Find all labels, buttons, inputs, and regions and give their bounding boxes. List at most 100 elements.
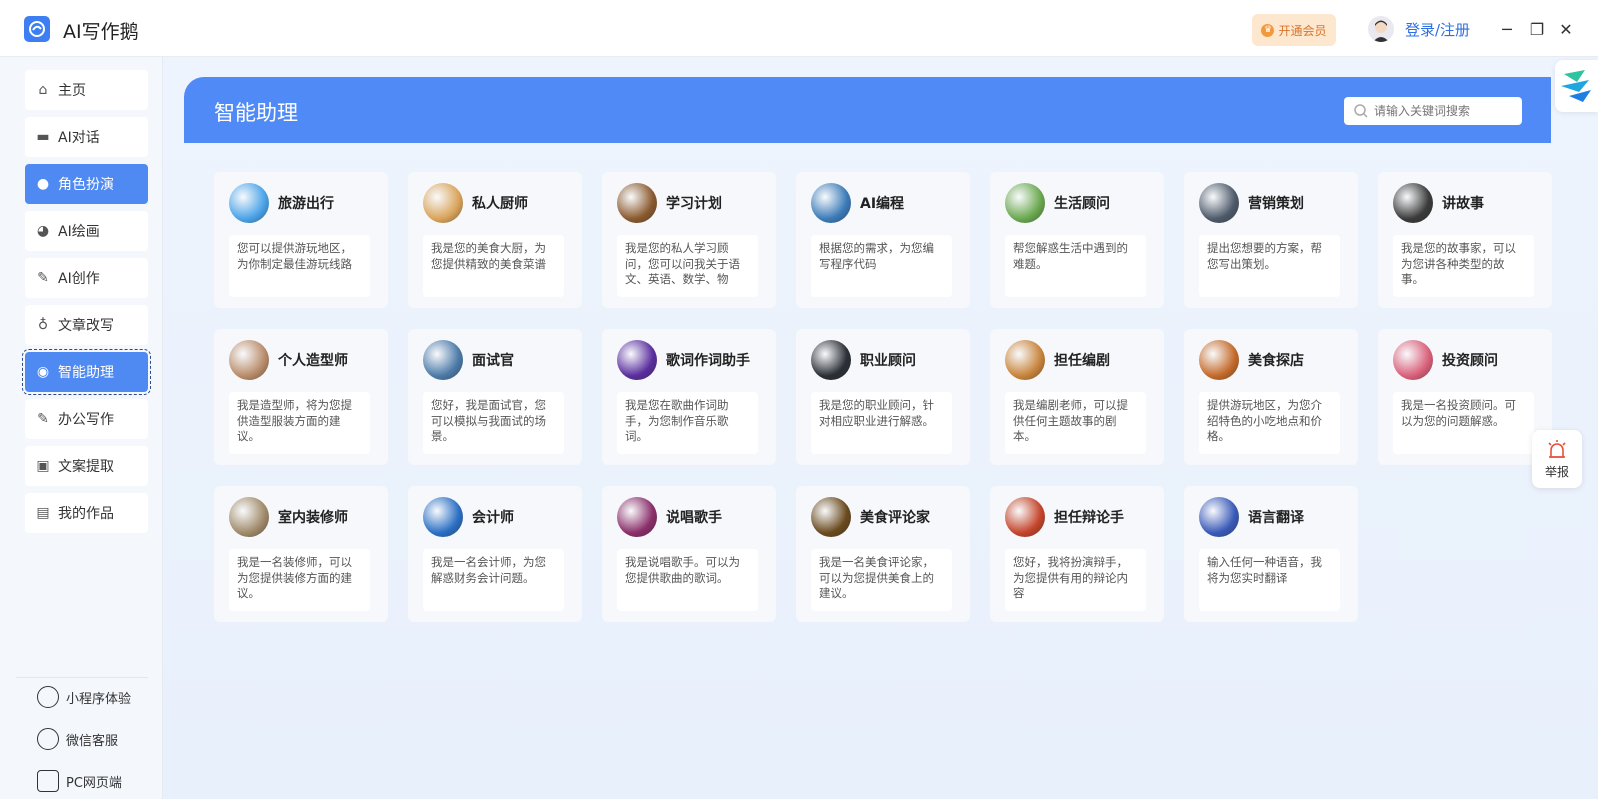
assistant-card[interactable]: 学习计划 我是您的私人学习顾问，您可以问我关于语文、英语、数学、物 <box>602 172 776 308</box>
card-description: 我是您的故事家，可以为您讲各种类型的故事。 <box>1393 235 1534 297</box>
card-description: 我是您在歌曲作词助手，为您制作音乐歌词。 <box>617 392 758 454</box>
home-icon: ⌂ <box>38 82 48 98</box>
report-label: 举报 <box>1544 464 1569 479</box>
sidebar-item-3[interactable]: ◕ AI绘画 <box>25 211 148 251</box>
sidebar-item-label: AI对话 <box>58 130 100 146</box>
card-avatar <box>617 183 657 223</box>
main-content: 智能助理 旅游出行您可以提供游玩地区，为你制定最佳游玩线路私人厨师我是您的美食大… <box>163 57 1598 799</box>
search-box[interactable] <box>1344 97 1522 125</box>
sidebar-item-2[interactable]: ● 角色扮演 <box>25 164 148 204</box>
card-avatar <box>423 497 463 537</box>
card-avatar <box>811 340 851 380</box>
card-avatar <box>1005 497 1045 537</box>
palette-icon: ◕ <box>36 223 50 239</box>
sidebar-divider <box>16 677 148 678</box>
sidebar-item-9[interactable]: ▤ 我的作品 <box>25 493 148 533</box>
sidebar-item-label: AI创作 <box>58 271 100 287</box>
header-banner: 智能助理 <box>184 77 1551 143</box>
card-title: 语言翻译 <box>1248 510 1304 526</box>
card-description: 我是造型师，将为您提供造型服装方面的建议。 <box>229 392 370 454</box>
card-avatar <box>1393 340 1433 380</box>
card-title: AI编程 <box>860 196 905 212</box>
report-button[interactable]: 举报 <box>1532 430 1582 488</box>
floating-tool-button[interactable] <box>1555 60 1598 112</box>
assistant-card[interactable]: 私人厨师 我是您的美食大厨，为您提供精致的美食菜谱 <box>408 172 582 308</box>
card-avatar <box>1199 497 1239 537</box>
assistant-card[interactable]: 个人造型师 我是造型师，将为您提供造型服装方面的建议。 <box>214 329 388 465</box>
sidebar-bottom-item-0[interactable]: 小程序体验 <box>37 686 131 708</box>
assistant-card[interactable]: 美食评论家 我是一名美食评论家，可以为您提供美食上的建议。 <box>796 486 970 622</box>
assistant-card[interactable]: 讲故事我是您的故事家，可以为您讲各种类型的故事。 <box>1378 172 1552 308</box>
assistant-card[interactable]: 生活顾问 帮您解惑生活中遇到的难题。 <box>990 172 1164 308</box>
card-title: 说唱歌手 <box>666 510 722 526</box>
sidebar-bottom-label: PC网页端 <box>66 775 122 791</box>
card-title: 担任辩论手 <box>1054 510 1124 526</box>
sidebar-bottom-item-1[interactable]: 微信客服 <box>37 728 118 750</box>
card-title: 私人厨师 <box>472 196 528 212</box>
sidebar-item-label: 我的作品 <box>58 506 114 522</box>
search-input[interactable] <box>1374 104 1514 118</box>
card-description: 我是编剧老师，可以提供任何主题故事的剧本。 <box>1005 392 1146 454</box>
sidebar-bottom-label: 微信客服 <box>66 733 119 749</box>
card-title: 旅游出行 <box>278 196 334 212</box>
card-description: 根据您的需求，为您编写程序代码 <box>811 235 952 297</box>
search-icon <box>1354 104 1368 118</box>
assistant-card[interactable]: 职业顾问 我是您的职业顾问，针对相应职业进行解惑。 <box>796 329 970 465</box>
assistant-card[interactable]: 说唱歌手 我是说唱歌手。可以为您提供歌曲的歌词。 <box>602 486 776 622</box>
card-avatar <box>423 340 463 380</box>
alarm-icon <box>1548 439 1566 458</box>
assistant-card[interactable]: 担任辩论手您好，我将扮演辩手，为您提供有用的辩论内容 <box>990 486 1164 622</box>
card-description: 输入任何一种语音，我将为您实时翻译 <box>1199 549 1340 611</box>
sidebar-item-1[interactable]: ▬ AI对话 <box>25 117 148 157</box>
sidebar-item-6[interactable]: ◉ 智能助理 <box>22 349 151 395</box>
close-button[interactable]: ✕ <box>1553 16 1579 42</box>
sidebar-item-0[interactable]: ⌂ 主页 <box>25 70 148 110</box>
assistant-card[interactable]: 语言翻译输入任何一种语音，我将为您实时翻译 <box>1184 486 1358 622</box>
sidebar-item-label: 文案提取 <box>58 459 114 475</box>
card-avatar <box>811 183 851 223</box>
minimize-button[interactable]: ─ <box>1494 16 1520 42</box>
avatar[interactable] <box>1368 16 1394 42</box>
card-avatar <box>811 497 851 537</box>
assistant-card[interactable]: 担任编剧 我是编剧老师，可以提供任何主题故事的剧本。 <box>990 329 1164 465</box>
sidebar-item-label: 智能助理 <box>58 365 114 381</box>
card-title: 面试官 <box>472 353 514 369</box>
bulb-icon: ♁ <box>37 317 49 333</box>
vip-label: 开通会员 <box>1278 23 1327 38</box>
sidebar-item-7[interactable]: ✎ 办公写作 <box>25 399 148 439</box>
sidebar-bottom-item-2[interactable]: PC网页端 <box>37 770 122 792</box>
card-title: 讲故事 <box>1442 196 1484 212</box>
sidebar-item-5[interactable]: ♁ 文章改写 <box>25 305 148 345</box>
assistant-card[interactable]: 营销策划 提出您想要的方案，帮您写出策划。 <box>1184 172 1358 308</box>
card-description: 我是一名美食评论家，可以为您提供美食上的建议。 <box>811 549 952 611</box>
login-link[interactable]: 登录/注册 <box>1405 19 1470 40</box>
card-title: 投资顾问 <box>1442 353 1498 369</box>
assistant-card[interactable]: 美食探店 提供游玩地区，为您介绍特色的小吃地点和价格。 <box>1184 329 1358 465</box>
assistant-card[interactable]: 歌词作词助手 我是您在歌曲作词助手，为您制作音乐歌词。 <box>602 329 776 465</box>
card-avatar <box>1005 183 1045 223</box>
assistant-card[interactable]: 会计师 我是一名会计师，为您解惑财务会计问题。 <box>408 486 582 622</box>
assistant-card[interactable]: AI编程根据您的需求，为您编写程序代码 <box>796 172 970 308</box>
sidebar-item-8[interactable]: ▣ 文案提取 <box>25 446 148 486</box>
card-description: 您好，我将扮演辩手，为您提供有用的辩论内容 <box>1005 549 1146 611</box>
assistant-card[interactable]: 面试官 您好，我是面试官，您可以模拟与我面试的场景。 <box>408 329 582 465</box>
card-description: 帮您解惑生活中遇到的难题。 <box>1005 235 1146 297</box>
card-avatar <box>423 183 463 223</box>
app-logo-icon <box>24 16 50 42</box>
maximize-button[interactable]: ❐ <box>1524 16 1550 42</box>
sidebar: ⌂ 主页 ▬ AI对话 ● 角色扮演 ◕ AI绘画 ✎ AI创作 ♁ 文章改写 ◉ 智能助理 ✎ 办公写作 ▣ 文… <box>0 57 163 799</box>
vip-button[interactable]: ♛ 开通会员 <box>1252 14 1336 46</box>
page-title: 智能助理 <box>214 101 298 125</box>
sidebar-item-4[interactable]: ✎ AI创作 <box>25 258 148 298</box>
assistant-card[interactable]: 室内装修师 我是一名装修师，可以为您提供装修方面的建议。 <box>214 486 388 622</box>
assistant-card[interactable]: 投资顾问 我是一名投资顾问。可以为您的问题解惑。 <box>1378 329 1552 465</box>
edit-icon: ✎ <box>37 270 49 286</box>
pc-icon <box>37 770 59 792</box>
card-avatar <box>229 183 269 223</box>
assistant-card[interactable]: 旅游出行 您可以提供游玩地区，为你制定最佳游玩线路 <box>214 172 388 308</box>
title-bar: AI写作鹅 ♛ 开通会员 登录/注册 ─ ❐ ✕ <box>0 0 1598 57</box>
app-title: AI写作鹅 <box>63 21 139 43</box>
card-title: 室内装修师 <box>278 510 348 526</box>
card-description: 提出您想要的方案，帮您写出策划。 <box>1199 235 1340 297</box>
miniprogram-icon <box>37 686 59 708</box>
